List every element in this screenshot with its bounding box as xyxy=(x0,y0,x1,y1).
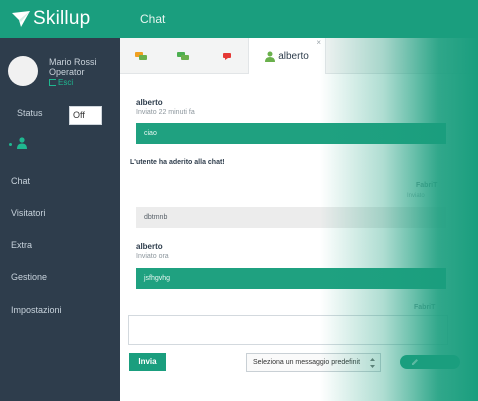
canned-message-select[interactable]: Seleziona un messaggio predefinit xyxy=(246,353,381,372)
user-profile: Mario Rossi Operator Esci xyxy=(0,38,120,98)
close-icon[interactable]: × xyxy=(316,38,321,47)
chat-bubble-icon xyxy=(223,53,231,60)
nav-item-visitatori[interactable]: Visitatori xyxy=(0,203,120,223)
sidebar: Skillup Mario Rossi Operator Esci Status… xyxy=(0,0,120,401)
chevron-updown-icon xyxy=(370,358,375,368)
nav-item-chat[interactable]: Chat xyxy=(0,171,120,191)
status-label: Status xyxy=(17,108,43,118)
nav-item-extra[interactable]: Extra xyxy=(0,235,120,255)
user-icon xyxy=(17,137,27,149)
user-icon xyxy=(265,51,276,62)
logout-label: Esci xyxy=(58,78,74,87)
edit-button[interactable] xyxy=(400,355,460,369)
nav-item-impostazioni[interactable]: Impostazioni xyxy=(0,300,120,320)
user-name: Mario Rossi xyxy=(49,57,97,67)
chat-bubble-icon xyxy=(177,51,189,60)
tab-chat-1[interactable] xyxy=(130,38,152,74)
chat-bubble-icon xyxy=(135,51,147,60)
topbar: Chat xyxy=(120,0,478,38)
logo[interactable]: Skillup xyxy=(0,0,120,38)
message-bubble: jsfhgvhg xyxy=(136,268,446,289)
pencil-icon xyxy=(412,359,418,365)
logout-icon xyxy=(49,79,56,86)
tab-chat-3[interactable] xyxy=(216,38,238,74)
chat-tabs: alberto × xyxy=(120,38,478,74)
message-bubble: ciao xyxy=(136,123,446,144)
avatar xyxy=(8,56,38,86)
message-author: FabriT xyxy=(414,304,436,311)
tab-label: alberto xyxy=(278,50,309,62)
tab-alberto[interactable]: alberto × xyxy=(248,38,326,74)
message-author: FabriT xyxy=(416,182,438,189)
message-time: Inviato xyxy=(407,193,425,199)
message-author: alberto xyxy=(136,98,163,107)
logout-link[interactable]: Esci xyxy=(49,78,73,87)
tab-chat-2[interactable] xyxy=(172,38,194,74)
message-time: Inviato ora xyxy=(136,253,169,260)
message-bubble: dbtmnb xyxy=(136,207,446,228)
user-role: Operator xyxy=(49,67,85,77)
nav-item-gestione[interactable]: Gestione xyxy=(0,267,120,287)
online-dot xyxy=(9,143,12,146)
system-message: L'utente ha aderito alla chat! xyxy=(130,159,225,166)
message-time: Inviato 22 minuti fa xyxy=(136,109,195,116)
page-title: Chat xyxy=(140,12,166,26)
status-toggle[interactable]: Off xyxy=(69,106,102,125)
message-input[interactable] xyxy=(128,315,448,345)
send-button[interactable]: Invia xyxy=(129,353,166,371)
logo-text: Skillup xyxy=(33,8,91,29)
canned-message-label: Seleziona un messaggio predefinit xyxy=(253,359,361,366)
paper-plane-icon xyxy=(12,11,30,27)
message-author: alberto xyxy=(136,242,163,251)
